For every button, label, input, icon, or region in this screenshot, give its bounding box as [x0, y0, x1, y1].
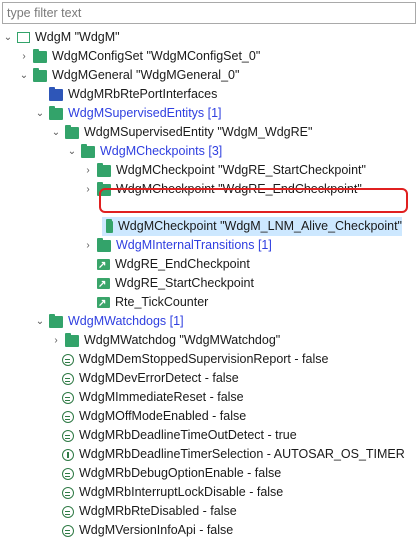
boolean-param-icon	[62, 391, 74, 404]
tree-node-label: WdgMWatchdog "WdgMWatchdog"	[84, 333, 281, 347]
tree-node-watchdog[interactable]: › WdgMWatchdog "WdgMWatchdog"	[50, 331, 280, 350]
tree-node-param[interactable]: WdgMRbInterruptLockDisable - false	[50, 483, 283, 502]
boolean-param-icon	[62, 486, 74, 499]
tree-node-param[interactable]: WdgMRbRteDisabled - false	[50, 502, 237, 521]
tree-node-label: WdgMInternalTransitions [1]	[116, 238, 272, 252]
tree-node-general[interactable]: ⌄ WdgMGeneral "WdgMGeneral_0"	[18, 66, 239, 85]
tree-node-label: WdgMCheckpoint "WdgRE_EndCheckpoint"	[116, 182, 362, 196]
boolean-param-icon	[62, 524, 74, 537]
reference-icon	[97, 256, 110, 275]
boolean-param-icon	[62, 429, 74, 442]
tree-node-label: WdgMCheckpoints [3]	[100, 144, 223, 158]
tree-node-label: WdgM "WdgM"	[35, 30, 120, 44]
tree-node-checkpoints[interactable]: ⌄ WdgMCheckpoints [3]	[66, 142, 222, 161]
folder-icon	[33, 48, 47, 63]
chevron-right-icon[interactable]: ›	[18, 47, 30, 66]
folder-icon	[49, 105, 63, 120]
tree-node-param[interactable]: WdgMDevErrorDetect - false	[50, 369, 239, 388]
chevron-right-icon[interactable]: ›	[82, 236, 94, 255]
tree-node-ref-end[interactable]: WdgRE_EndCheckpoint	[82, 255, 250, 275]
tree-node-watchdogs[interactable]: ⌄ WdgMWatchdogs [1]	[34, 312, 184, 331]
folder-icon	[49, 313, 63, 328]
tree-node-configset[interactable]: › WdgMConfigSet "WdgMConfigSet_0"	[18, 47, 260, 66]
tree-node-label: WdgMCheckpoint "WdgM_LNM_Alive_Checkpoin…	[118, 219, 402, 233]
tree-node-checkpoint-start[interactable]: › WdgMCheckpoint "WdgRE_StartCheckpoint"	[82, 161, 366, 180]
tree-node-ref-start[interactable]: WdgRE_StartCheckpoint	[82, 274, 254, 294]
enum-param-icon	[62, 448, 74, 461]
tree-node-ref-tick[interactable]: Rte_TickCounter	[82, 293, 209, 313]
tree-node-supervisedentity[interactable]: ⌄ WdgMSupervisedEntity "WdgM_WdgRE"	[50, 123, 312, 142]
tree-node-label: WdgRE_StartCheckpoint	[115, 276, 254, 290]
folder-icon	[65, 124, 79, 139]
tree-node-label: WdgMDemStoppedSupervisionReport - false	[79, 352, 329, 366]
reference-icon	[97, 294, 110, 313]
tree-node-param[interactable]: WdgMImmediateReset - false	[50, 388, 244, 407]
chevron-right-icon[interactable]: ›	[82, 180, 94, 199]
tree-node-label: WdgMOffModeEnabled - false	[79, 409, 247, 423]
chevron-right-icon[interactable]: ›	[82, 161, 94, 180]
folder-icon	[97, 237, 111, 252]
chevron-down-icon[interactable]: ⌄	[18, 66, 30, 85]
tree-node-label: WdgMGeneral "WdgMGeneral_0"	[52, 68, 240, 82]
tree-node-label: WdgMRbInterruptLockDisable - false	[79, 485, 284, 499]
tree-node-label: WdgMRbDebugOptionEnable - false	[79, 466, 282, 480]
tree-node-checkpoint-lnm[interactable]: WdgMCheckpoint "WdgM_LNM_Alive_Checkpoin…	[102, 217, 402, 236]
tree-node-param[interactable]: WdgMRbDeadlineTimerSelection - AUTOSAR_O…	[50, 445, 405, 464]
tree-node-label: WdgMDevErrorDetect - false	[79, 371, 239, 385]
tree-node-param[interactable]: WdgMOffModeEnabled - false	[50, 407, 246, 426]
config-tree: ⌄ WdgM "WdgM" › WdgMConfigSet "WdgMConfi…	[0, 26, 420, 537]
folder-icon	[97, 162, 111, 177]
filter-input[interactable]	[2, 2, 416, 24]
folder-icon	[97, 181, 111, 196]
tree-node-label: WdgMSupervisedEntity "WdgM_WdgRE"	[84, 125, 313, 139]
chevron-down-icon[interactable]: ⌄	[34, 312, 46, 331]
module-icon	[17, 32, 30, 43]
tree-node-label: WdgMWatchdogs [1]	[68, 314, 184, 328]
chevron-down-icon[interactable]: ⌄	[2, 28, 14, 47]
tree-node-checkpoint-end[interactable]: › WdgMCheckpoint "WdgRE_EndCheckpoint"	[82, 180, 362, 199]
tree-node-label: WdgRE_EndCheckpoint	[115, 257, 250, 271]
boolean-param-icon	[62, 410, 74, 423]
boolean-param-icon	[62, 353, 74, 366]
tree-node-rteportinterfaces[interactable]: WdgMRbRtePortInterfaces	[34, 85, 217, 104]
folder-icon	[106, 218, 113, 233]
tree-node-label: WdgMRbDeadlineTimerSelection - AUTOSAR_O…	[79, 447, 405, 461]
tree-node-label: WdgMRbRteDisabled - false	[79, 504, 237, 518]
boolean-param-icon	[62, 467, 74, 480]
chevron-down-icon[interactable]: ⌄	[34, 104, 46, 123]
tree-node-label: Rte_TickCounter	[115, 295, 209, 309]
tree-node-label: WdgMRbDeadlineTimeOutDetect - true	[79, 428, 297, 442]
tree-node-label: WdgMSupervisedEntitys [1]	[68, 106, 222, 120]
folder-icon	[33, 67, 47, 82]
tree-node-internaltransitions[interactable]: › WdgMInternalTransitions [1]	[82, 236, 272, 255]
chevron-right-icon[interactable]: ›	[50, 331, 62, 350]
tree-node-label: WdgMCheckpoint "WdgRE_StartCheckpoint"	[116, 163, 366, 177]
tree-node-param[interactable]: WdgMRbDeadlineTimeOutDetect - true	[50, 426, 297, 445]
tree-node-wdgm[interactable]: ⌄ WdgM "WdgM"	[2, 28, 120, 47]
reference-icon	[97, 275, 110, 294]
tree-node-supervisedentitys[interactable]: ⌄ WdgMSupervisedEntitys [1]	[34, 104, 222, 123]
boolean-param-icon	[62, 505, 74, 518]
tree-node-label: WdgMConfigSet "WdgMConfigSet_0"	[52, 49, 261, 63]
folder-icon	[81, 143, 95, 158]
tree-node-label: WdgMRbRtePortInterfaces	[68, 87, 218, 101]
chevron-down-icon[interactable]: ⌄	[50, 123, 62, 142]
interface-folder-icon	[49, 86, 63, 101]
tree-node-label: WdgMImmediateReset - false	[79, 390, 244, 404]
tree-node-param[interactable]: WdgMRbDebugOptionEnable - false	[50, 464, 281, 483]
folder-icon	[65, 332, 79, 347]
boolean-param-icon	[62, 372, 74, 385]
tree-node-param[interactable]: WdgMDemStoppedSupervisionReport - false	[50, 350, 328, 369]
chevron-down-icon[interactable]: ⌄	[66, 142, 78, 161]
